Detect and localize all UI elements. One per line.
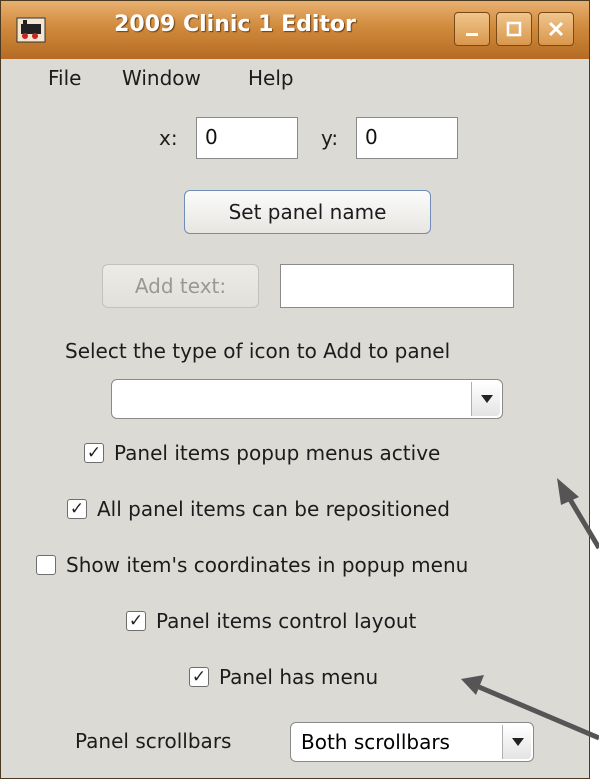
annotation-arrow-upper (557, 478, 599, 550)
annotation-arrow-lower (461, 675, 599, 741)
annotation-arrows (461, 478, 599, 741)
